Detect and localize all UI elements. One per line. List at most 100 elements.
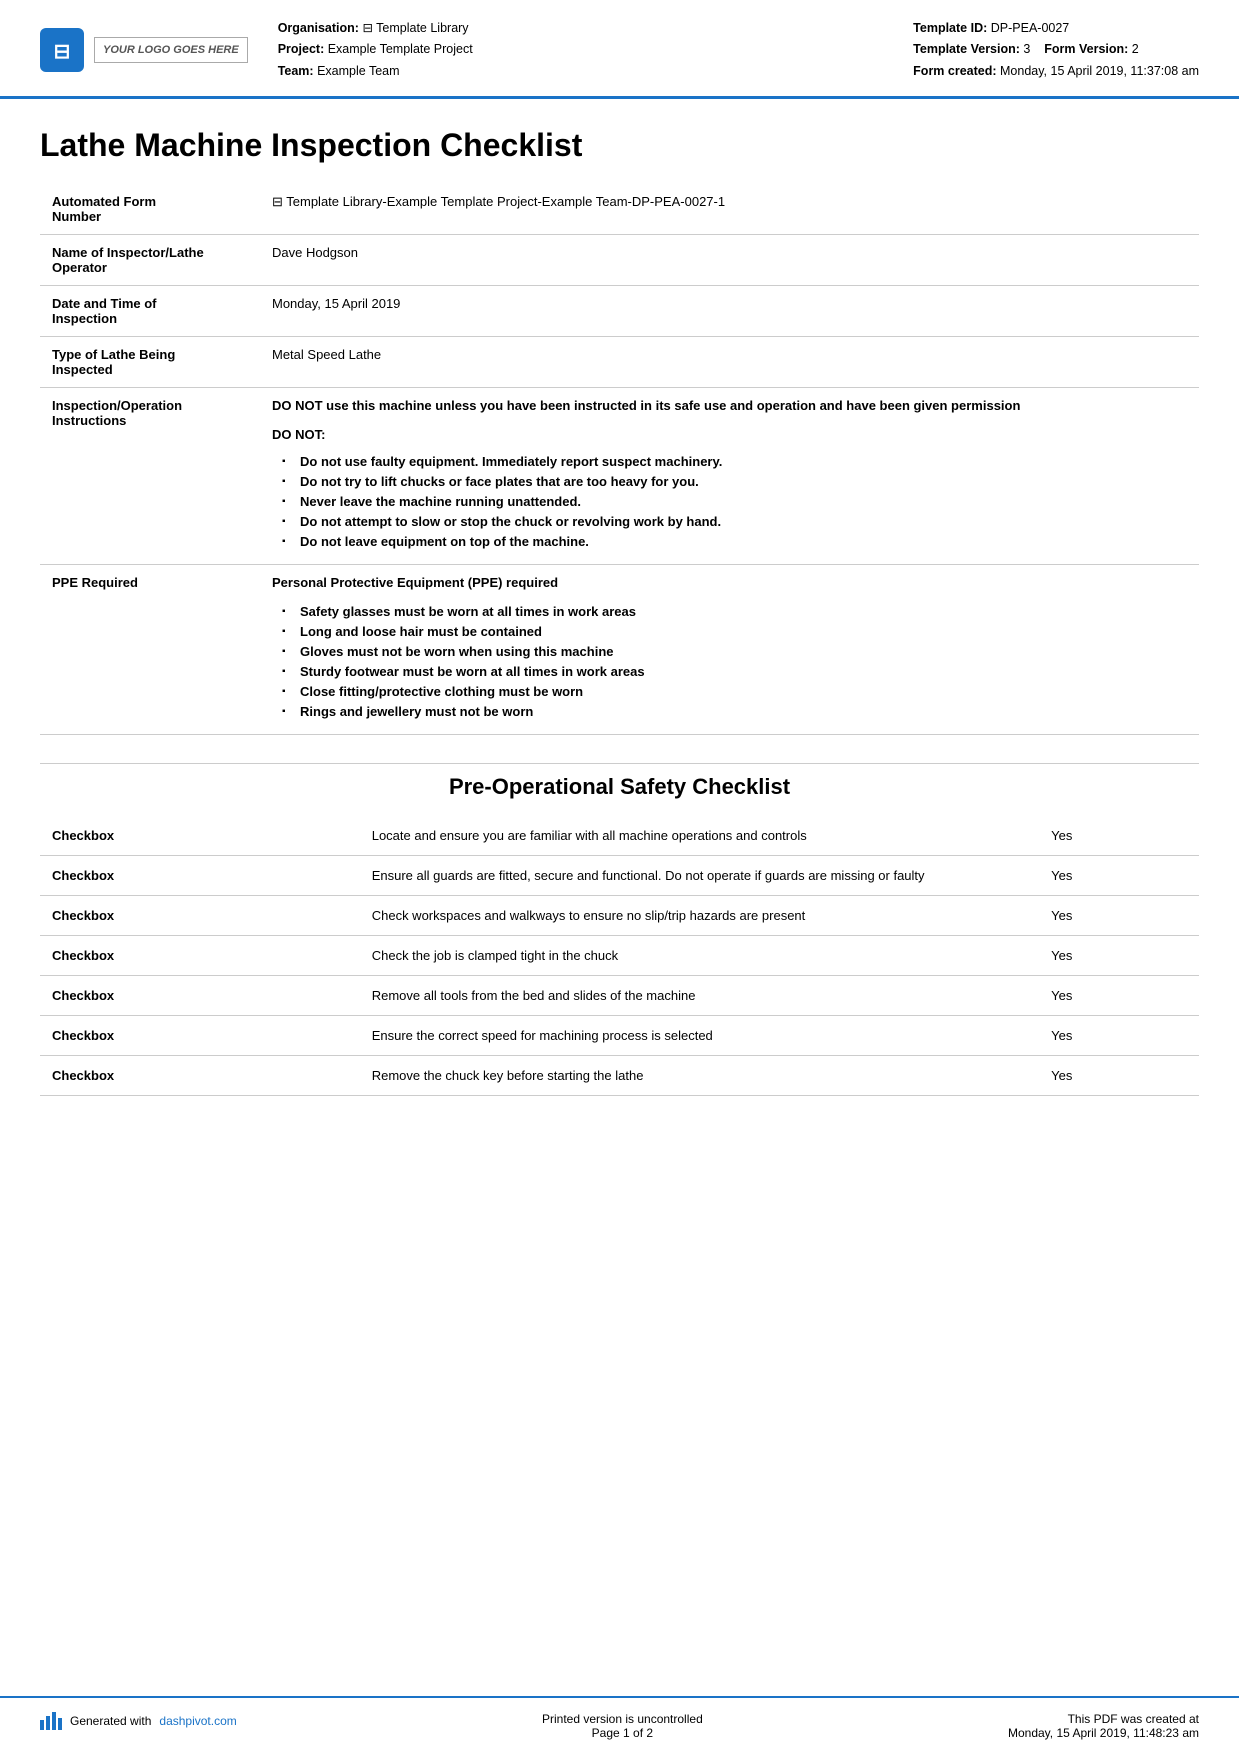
- info-row-datetime: Date and Time ofInspection Monday, 15 Ap…: [40, 285, 1199, 336]
- do-not-section: DO NOT: Do not use faulty equipment. Imm…: [272, 427, 1187, 549]
- footer-center: Printed version is uncontrolled Page 1 o…: [542, 1712, 703, 1740]
- checklist-label: Checkbox: [40, 816, 360, 856]
- created-line2: Monday, 15 April 2019, 11:48:23 am: [1008, 1726, 1199, 1740]
- header-right: Template ID: DP-PEA-0027 Template Versio…: [913, 18, 1199, 82]
- checklist-label: Checkbox: [40, 855, 360, 895]
- info-value-datetime: Monday, 15 April 2019: [260, 285, 1199, 336]
- list-item: Do not attempt to slow or stop the chuck…: [282, 514, 1187, 529]
- checklist-value: Yes: [1039, 855, 1199, 895]
- checklist-value: Yes: [1039, 895, 1199, 935]
- checklist-row: Checkbox Ensure the correct speed for ma…: [40, 1015, 1199, 1055]
- info-label-ppe: PPE Required: [40, 564, 260, 734]
- footer: Generated with dashpivot.com Printed ver…: [0, 1696, 1239, 1754]
- header-middle: Organisation: ⊟ Template Library Project…: [278, 18, 883, 82]
- list-item: Close fitting/protective clothing must b…: [282, 684, 1187, 699]
- do-not-label: DO NOT:: [272, 427, 1187, 442]
- checklist-description: Locate and ensure you are familiar with …: [360, 816, 1039, 856]
- logo-box: ⊟ YOUR LOGO GOES HERE: [40, 28, 248, 72]
- pre-operational-title: Pre-Operational Safety Checklist: [40, 763, 1199, 800]
- checklist-value: Yes: [1039, 975, 1199, 1015]
- logo-icon: ⊟: [40, 28, 84, 72]
- info-value-form-number: ⊟ Template Library-Example Template Proj…: [260, 184, 1199, 235]
- document-title: Lathe Machine Inspection Checklist: [40, 127, 1199, 164]
- info-value-inspector: Dave Hodgson: [260, 234, 1199, 285]
- checklist-label: Checkbox: [40, 975, 360, 1015]
- project-label: Project:: [278, 42, 325, 56]
- info-row-lathe-type: Type of Lathe BeingInspected Metal Speed…: [40, 336, 1199, 387]
- org-label: Organisation:: [278, 21, 359, 35]
- header: ⊟ YOUR LOGO GOES HERE Organisation: ⊟ Te…: [0, 0, 1239, 99]
- instructions-main-text: DO NOT use this machine unless you have …: [272, 398, 1187, 413]
- list-item: Never leave the machine running unattend…: [282, 494, 1187, 509]
- info-label-datetime: Date and Time ofInspection: [40, 285, 260, 336]
- bar-chart-icon: [40, 1712, 62, 1730]
- team-line: Team: Example Team: [278, 61, 883, 82]
- template-id-value: DP-PEA-0027: [991, 21, 1070, 35]
- info-value-ppe: Personal Protective Equipment (PPE) requ…: [260, 564, 1199, 734]
- org-value: ⊟ Template Library: [362, 21, 468, 35]
- logo-text: YOUR LOGO GOES HERE: [94, 37, 248, 63]
- checklist-row: Checkbox Remove the chuck key before sta…: [40, 1055, 1199, 1095]
- form-created-label: Form created:: [913, 64, 996, 78]
- list-item: Sturdy footwear must be worn at all time…: [282, 664, 1187, 679]
- generated-text: Generated with: [70, 1714, 151, 1728]
- info-row-inspector: Name of Inspector/LatheOperator Dave Hod…: [40, 234, 1199, 285]
- ppe-list: Safety glasses must be worn at all times…: [272, 604, 1187, 719]
- info-label-inspector: Name of Inspector/LatheOperator: [40, 234, 260, 285]
- checklist-label: Checkbox: [40, 1055, 360, 1095]
- checklist-value: Yes: [1039, 1055, 1199, 1095]
- team-value: Example Team: [317, 64, 399, 78]
- form-version-value: 2: [1132, 42, 1139, 56]
- checklist-label: Checkbox: [40, 895, 360, 935]
- list-item: Rings and jewellery must not be worn: [282, 704, 1187, 719]
- checklist-row: Checkbox Check the job is clamped tight …: [40, 935, 1199, 975]
- checklist-value: Yes: [1039, 935, 1199, 975]
- project-line: Project: Example Template Project: [278, 39, 883, 60]
- page: ⊟ YOUR LOGO GOES HERE Organisation: ⊟ Te…: [0, 0, 1239, 1754]
- info-row-ppe: PPE Required Personal Protective Equipme…: [40, 564, 1199, 734]
- svg-text:⊟: ⊟: [54, 41, 71, 63]
- generated-link[interactable]: dashpivot.com: [159, 1714, 236, 1728]
- info-row-instructions: Inspection/OperationInstructions DO NOT …: [40, 387, 1199, 564]
- checklist-description: Remove the chuck key before starting the…: [360, 1055, 1039, 1095]
- info-table: Automated FormNumber ⊟ Template Library-…: [40, 184, 1199, 735]
- main-content: Lathe Machine Inspection Checklist Autom…: [0, 99, 1239, 1696]
- footer-right: This PDF was created at Monday, 15 April…: [1008, 1712, 1199, 1740]
- list-item: Long and loose hair must be contained: [282, 624, 1187, 639]
- template-id-line: Template ID: DP-PEA-0027: [913, 18, 1199, 39]
- list-item: Safety glasses must be worn at all times…: [282, 604, 1187, 619]
- checklist-description: Ensure the correct speed for machining p…: [360, 1015, 1039, 1055]
- ppe-main-text: Personal Protective Equipment (PPE) requ…: [272, 575, 1187, 590]
- list-item: Gloves must not be worn when using this …: [282, 644, 1187, 659]
- list-item: Do not try to lift chucks or face plates…: [282, 474, 1187, 489]
- checklist-description: Check the job is clamped tight in the ch…: [360, 935, 1039, 975]
- checklist-table: Checkbox Locate and ensure you are famil…: [40, 816, 1199, 1096]
- checklist-row: Checkbox Remove all tools from the bed a…: [40, 975, 1199, 1015]
- info-value-lathe-type: Metal Speed Lathe: [260, 336, 1199, 387]
- info-row-form-number: Automated FormNumber ⊟ Template Library-…: [40, 184, 1199, 235]
- checklist-label: Checkbox: [40, 1015, 360, 1055]
- list-item: Do not leave equipment on top of the mac…: [282, 534, 1187, 549]
- checklist-label: Checkbox: [40, 935, 360, 975]
- created-line1: This PDF was created at: [1008, 1712, 1199, 1726]
- project-value: Example Template Project: [328, 42, 473, 56]
- do-not-list: Do not use faulty equipment. Immediately…: [272, 454, 1187, 549]
- uncontrolled-line2: Page 1 of 2: [542, 1726, 703, 1740]
- footer-left: Generated with dashpivot.com: [40, 1712, 237, 1730]
- info-label-form-number: Automated FormNumber: [40, 184, 260, 235]
- checklist-description: Check workspaces and walkways to ensure …: [360, 895, 1039, 935]
- checklist-row: Checkbox Check workspaces and walkways t…: [40, 895, 1199, 935]
- checklist-value: Yes: [1039, 816, 1199, 856]
- checklist-row: Checkbox Ensure all guards are fitted, s…: [40, 855, 1199, 895]
- version-line: Template Version: 3 Form Version: 2: [913, 39, 1199, 60]
- info-label-instructions: Inspection/OperationInstructions: [40, 387, 260, 564]
- list-item: Do not use faulty equipment. Immediately…: [282, 454, 1187, 469]
- template-version-value: 3: [1023, 42, 1030, 56]
- form-created-value: Monday, 15 April 2019, 11:37:08 am: [1000, 64, 1199, 78]
- form-version-label: Form Version:: [1044, 42, 1128, 56]
- uncontrolled-line1: Printed version is uncontrolled: [542, 1712, 703, 1726]
- checklist-value: Yes: [1039, 1015, 1199, 1055]
- ppe-section: Safety glasses must be worn at all times…: [272, 604, 1187, 719]
- checklist-description: Remove all tools from the bed and slides…: [360, 975, 1039, 1015]
- checklist-row: Checkbox Locate and ensure you are famil…: [40, 816, 1199, 856]
